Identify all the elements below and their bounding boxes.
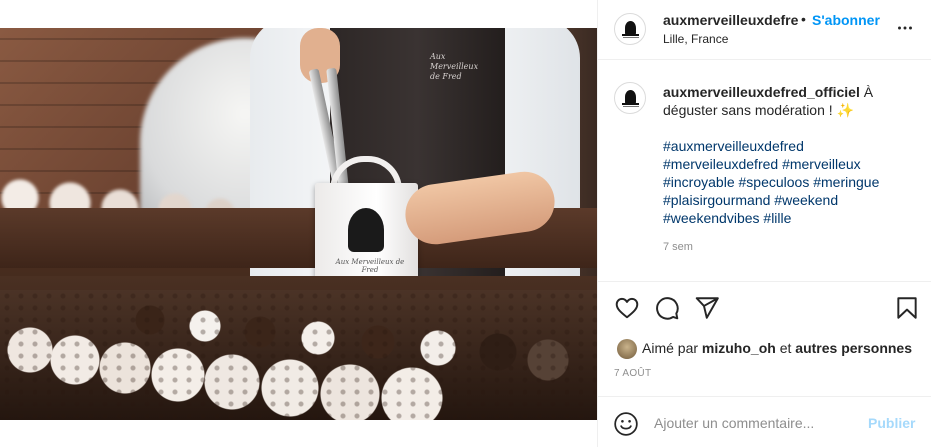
post-date[interactable]: 7 AOÛT <box>614 368 651 379</box>
logo-underline <box>623 37 639 40</box>
post-header: auxmerveilleuxdefre • S'abonner Lille, F… <box>598 0 931 60</box>
hashtag-link[interactable]: #auxmerveilleuxdefred <box>663 138 804 154</box>
follow-button[interactable]: S'abonner <box>812 12 880 28</box>
hashtag-link[interactable]: #merveileuxdefred <box>663 156 778 172</box>
avatar[interactable] <box>614 13 646 45</box>
post-username[interactable]: auxmerveilleuxdefre <box>663 12 798 28</box>
caption-area: auxmerveilleuxdefred_officiel À déguster… <box>598 60 931 282</box>
photo-scene: Aux Merveilleux de Fred Aux Merveilleux … <box>0 28 597 420</box>
hashtag-link[interactable]: #weekend <box>774 192 838 208</box>
post-location[interactable]: Lille, France <box>663 32 728 46</box>
heart-icon[interactable] <box>614 295 640 321</box>
others-link[interactable]: autres personnes <box>795 340 912 356</box>
logo-silhouette-icon <box>622 90 639 105</box>
liker-avatar[interactable] <box>617 339 637 359</box>
likes-summary: Aimé par mizuho_oh et autres personnes <box>642 340 912 356</box>
likes-row: Aimé par mizuho_oh et autres personnes <box>598 334 931 364</box>
logo-underline <box>623 106 639 109</box>
hashtag-link[interactable]: #lille <box>763 210 791 226</box>
caption-time-ago[interactable]: 7 sem <box>663 241 693 253</box>
comment-input[interactable] <box>654 411 854 435</box>
hashtag-link[interactable]: #merveilleux <box>782 156 861 172</box>
chocolate-shavings <box>0 290 597 420</box>
liker-username[interactable]: mizuho_oh <box>702 340 776 356</box>
paper-plane-icon[interactable] <box>694 295 720 321</box>
hashtag-link[interactable]: #weekendvibes <box>663 210 760 226</box>
hashtag-link[interactable]: #incroyable <box>663 174 735 190</box>
post-photo[interactable]: Aux Merveilleux de Fred Aux Merveilleux … <box>0 0 597 447</box>
hashtag-link[interactable]: #meringue <box>813 174 879 190</box>
speech-bubble-icon[interactable] <box>654 295 680 321</box>
pastry-box-logo <box>348 208 384 252</box>
post-comment-button[interactable]: Publier <box>868 415 915 431</box>
likes-middle: et <box>775 340 796 356</box>
hashtag-list: #auxmerveilleuxdefred #merveileuxdefred … <box>663 137 913 227</box>
logo-silhouette-icon <box>622 21 639 36</box>
caption-username[interactable]: auxmerveilleuxdefred_officiel <box>663 84 860 100</box>
comment-form: Publier <box>598 396 931 447</box>
caption-avatar[interactable] <box>614 82 646 114</box>
header-separator: • <box>801 11 806 27</box>
likes-prefix: Aimé par <box>642 340 702 356</box>
pastry-box-text: Aux Merveilleux de Fred <box>335 258 405 274</box>
action-bar <box>598 282 931 332</box>
hashtag-link[interactable]: #plaisirgourmand <box>663 192 770 208</box>
smiley-icon[interactable] <box>613 411 639 437</box>
hashtag-link[interactable]: #speculoos <box>739 174 810 190</box>
caption: auxmerveilleuxdefred_officiel À déguster… <box>663 83 908 119</box>
post-side-panel: auxmerveilleuxdefre • S'abonner Lille, F… <box>597 0 931 447</box>
more-horizontal-icon[interactable] <box>894 17 916 39</box>
bookmark-icon[interactable] <box>894 295 920 321</box>
apron-embroidery: Aux Merveilleux de Fred <box>430 52 479 81</box>
